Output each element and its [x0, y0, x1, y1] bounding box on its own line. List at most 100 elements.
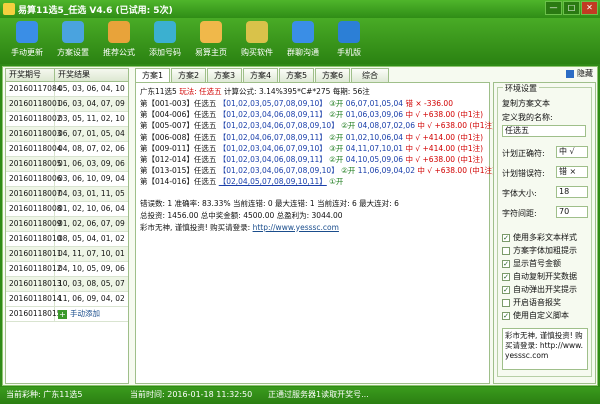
toolbar-button-3[interactable]: 添加号码 — [142, 18, 188, 64]
empty-box-icon[interactable] — [502, 246, 510, 255]
right-symbol-input[interactable]: 中 √ — [556, 146, 588, 158]
plan-row: 第【009-011】任选五 【01,02,03,04,06,07,09,10】 … — [140, 143, 485, 154]
toolbar-label: 添加号码 — [149, 48, 181, 57]
website-link[interactable]: http://www.yesssc.com — [253, 223, 339, 232]
plan-tabs: 方案1 方案2 方案3 方案4 方案5 方案6 综合 — [135, 68, 485, 82]
hit-note: (中1注) — [457, 143, 484, 153]
toolbar-button-0[interactable]: 手动更新 — [4, 18, 50, 64]
period-cell: 20160118005 — [6, 157, 62, 171]
hit-note: (中1注) — [469, 166, 495, 176]
tab-plan-6[interactable]: 方案6 — [315, 68, 350, 82]
toolbar-button-2[interactable]: 推荐公式 — [96, 18, 142, 64]
amount: +638.00 — [434, 121, 467, 131]
tab-plan-5[interactable]: 方案5 — [279, 68, 314, 82]
char-spacing-input[interactable]: 70 — [556, 206, 588, 218]
setting-checkbox[interactable]: ✓ 自动弹出开奖提示 — [502, 284, 577, 295]
toolbar-button-5[interactable]: 购买软件 — [234, 18, 280, 64]
table-row: 20160118002 03, 05, 11, 02, 10 — [6, 112, 128, 127]
home-icon — [200, 21, 222, 43]
setting-checkbox[interactable]: ✓ 使用多彩文本样式 — [502, 232, 577, 243]
result-cell: 01, 02, 10, 06, 04 — [58, 204, 125, 213]
manual-add-label: 手动添加 — [70, 309, 100, 318]
checkbox-label: 显示首号金额 — [513, 259, 561, 268]
tab-plan-2[interactable]: 方案2 — [171, 68, 206, 82]
font-size-label: 字体大小: — [502, 189, 537, 198]
phone-icon — [338, 21, 360, 43]
toolbar-button-1[interactable]: 方案设置 — [50, 18, 96, 64]
open-mark: ①开 — [329, 177, 344, 187]
amount: +638.00 — [434, 166, 467, 176]
result-cell: 06, 07, 01, 05, 04 — [58, 129, 125, 138]
period-cell: 20160118008 — [6, 202, 62, 216]
check-icon[interactable]: ✓ — [502, 285, 510, 294]
toolbar-button-7[interactable]: 手机版 — [326, 18, 372, 64]
toolbar-button-6[interactable]: 群聊沟通 — [280, 18, 326, 64]
tab-plan-1[interactable]: 方案1 — [135, 68, 170, 82]
status-lottery: 当前彩种: 广东11选5 — [6, 390, 83, 399]
period-cell: 20160118001 — [6, 97, 62, 111]
hit-note: (中1注) — [469, 121, 495, 131]
draw-numbers: 06,07,01,05,04 — [345, 99, 404, 108]
plan-range: 第【012-014】任选五 — [140, 154, 217, 164]
toolbar-button-4[interactable]: 易算主页 — [188, 18, 234, 64]
table-row: 20160117084 05, 03, 06, 04, 10 — [6, 82, 128, 97]
manual-add-button[interactable]: + 手动添加 — [55, 307, 100, 321]
check-icon[interactable]: ✓ — [502, 259, 510, 268]
result-cell: 04, 03, 01, 11, 05 — [58, 189, 125, 198]
header-period: 开奖期号 — [6, 69, 55, 81]
setting-checkbox[interactable]: ✓ 使用自定义脚本 — [502, 310, 569, 321]
table-row: 20160118011 04, 11, 07, 10, 01 — [6, 247, 128, 262]
toolbar-label: 方案设置 — [57, 48, 89, 57]
minimize-button[interactable]: — — [545, 1, 562, 15]
wrong-symbol-input[interactable]: 错 × — [556, 166, 588, 178]
copy-plan-text-button[interactable]: 复制方案文本 — [502, 98, 550, 109]
result-cell: 03, 06, 10, 09, 04 — [58, 174, 125, 183]
app-icon — [3, 3, 15, 15]
setting-checkbox[interactable]: ✓ 显示首号金额 — [502, 258, 561, 269]
setting-checkbox[interactable]: 方案字体加粗提示 — [502, 245, 577, 256]
table-row: 20160118012 04, 10, 05, 09, 06 — [6, 262, 128, 277]
setting-checkbox[interactable]: ✓ 自动复制开奖数据 — [502, 271, 577, 282]
draw-numbers: 01,02,10,06,04 — [345, 132, 404, 142]
empty-box-icon[interactable] — [502, 298, 510, 307]
plan-range: 第【013-015】任选五 — [140, 166, 217, 176]
draw-numbers: 01,06,03,09,06 — [345, 110, 404, 120]
checkbox-label: 自动弹出开奖提示 — [513, 285, 577, 294]
hide-icon — [566, 69, 574, 78]
window-title: 易算11选5_任选 V4.6 (已试用: 5次) — [18, 6, 173, 16]
checkbox-label: 开启语音报奖 — [513, 298, 561, 307]
play-type: 玩法: 任选五 — [179, 87, 222, 96]
plan-range: 第【005-007】任选五 — [140, 121, 217, 131]
tab-plan-7[interactable]: 综合 — [351, 68, 389, 82]
tab-plan-3[interactable]: 方案3 — [207, 68, 242, 82]
maximize-button[interactable]: □ — [563, 1, 580, 15]
env-settings-group: 环境设置 复制方案文本 定义我的名称: 任选五 计划正确符: 中 √ 计划错误符… — [497, 83, 592, 377]
result-sign: √ — [427, 166, 433, 176]
amount: +414.00 — [422, 132, 456, 142]
plan-range: 第【006-008】任选五 — [140, 132, 217, 142]
hide-label: 隐藏 — [577, 69, 593, 78]
close-button[interactable]: ✕ — [581, 1, 598, 15]
stats-accuracy: 错误数: 1 准确率: 83.33% 当前连错: 0 最大连错: 1 当前连对:… — [140, 198, 399, 208]
open-mark: ②开 — [329, 110, 344, 120]
refresh-icon — [16, 21, 38, 43]
hide-button[interactable]: 隐藏 — [566, 68, 593, 79]
period-cell: 20160118011 — [6, 247, 62, 261]
result-label: 中 — [417, 121, 425, 131]
plan-row: 第【001-003】任选五 【01,02,03,05,07,08,09,10】 … — [140, 98, 485, 109]
font-size-input[interactable]: 18 — [556, 186, 588, 198]
hit-note: (中1注) — [457, 110, 484, 120]
name-input[interactable]: 任选五 — [502, 125, 586, 137]
draw-numbers: 04,08,07,02,06 — [357, 121, 415, 131]
check-icon[interactable]: ✓ — [502, 311, 510, 320]
result-cell: 06, 03, 04, 07, 09 — [58, 99, 125, 108]
formula-text: 计算公式: 3.14%395*C#*275 — [224, 87, 331, 96]
result-cell: 03, 05, 11, 02, 10 — [58, 114, 125, 123]
toolbar-label: 推荐公式 — [103, 48, 135, 57]
setting-checkbox[interactable]: 开启语音报奖 — [502, 297, 561, 308]
plan-row: 第【014-016】任选五 【02,04,05,07,08,09,10,11】 … — [140, 176, 485, 187]
tab-plan-4[interactable]: 方案4 — [243, 68, 278, 82]
check-icon[interactable]: ✓ — [502, 233, 510, 242]
note-textarea[interactable]: 彩市无神, 谨慎投资! 购买请登录: http://www.yesssc.com — [502, 328, 588, 370]
check-icon[interactable]: ✓ — [502, 272, 510, 281]
